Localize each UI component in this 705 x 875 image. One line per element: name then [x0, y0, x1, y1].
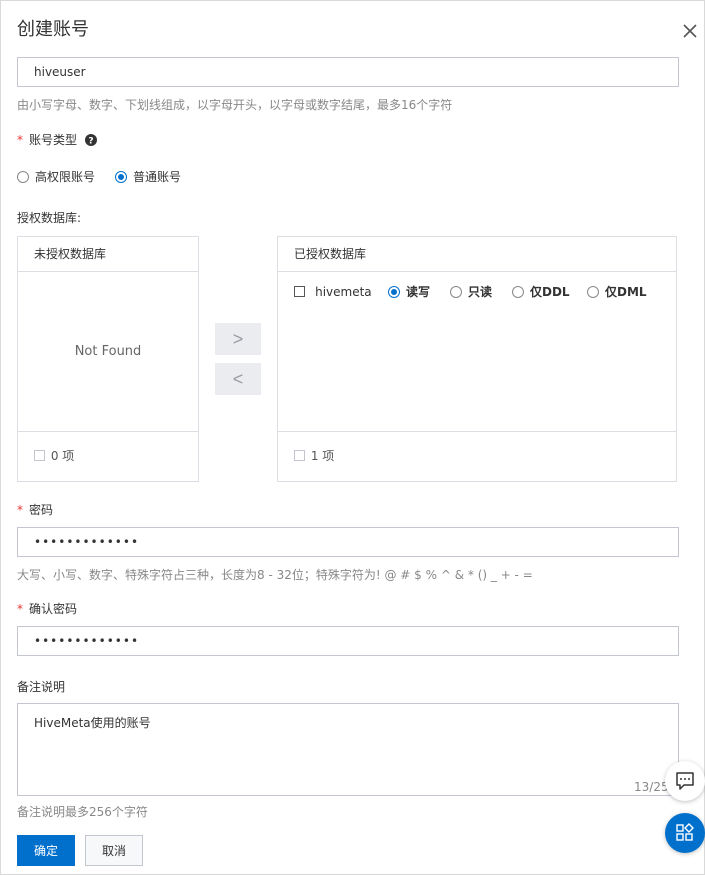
radio-label: 普通账号	[133, 170, 182, 184]
password-label-text: 密码	[29, 503, 54, 517]
remark-label: 备注说明	[17, 680, 66, 694]
account-type-option-normal[interactable]: 普通账号	[115, 166, 181, 185]
feedback-float-button[interactable]	[665, 761, 705, 801]
password-help: 大写、小写、数字、特殊字符占三种，长度为8 - 32位；特殊字符为! @ # $…	[17, 568, 533, 582]
chat-icon	[676, 772, 694, 790]
account-name-help: 由小写字母、数字、下划线组成，以字母开头，以字母或数字结尾，最多16个字符	[17, 98, 453, 112]
dialog: 创建账号 hiveuser 由小写字母、数字、下划线组成，以字母开头，以字母或数…	[0, 0, 705, 875]
select-all-checkbox[interactable]	[294, 450, 305, 461]
move-right-button[interactable]: >	[215, 323, 261, 355]
db-name: hivemeta	[315, 284, 372, 299]
account-name-input[interactable]: hiveuser	[17, 57, 679, 87]
cancel-button[interactable]: 取消	[85, 835, 143, 866]
radio-label: 高权限账号	[35, 170, 96, 184]
perm-label: 读写	[406, 285, 431, 299]
confirm-button[interactable]: 确定	[17, 835, 75, 866]
authorized-db-label: 授权数据库:	[17, 211, 82, 225]
radio-ddl-only[interactable]	[512, 285, 524, 298]
authorized-db-footer: 1 项	[278, 431, 676, 481]
dialog-title: 创建账号	[17, 19, 89, 40]
unauthorized-db-title: 未授权数据库	[18, 237, 198, 272]
move-left-button[interactable]: <	[215, 363, 261, 395]
perm-read-only[interactable]: 只读	[450, 281, 492, 300]
perm-label: 只读	[468, 285, 493, 299]
perm-label: 仅DDL	[530, 285, 570, 299]
db-row-checkbox[interactable]	[294, 286, 305, 297]
authorized-count: 1 项	[310, 448, 335, 463]
perm-read-write[interactable]: 读写	[388, 281, 430, 300]
select-all-checkbox[interactable]	[34, 450, 45, 461]
account-type-label: * 账号类型 ?	[17, 131, 97, 148]
help-icon[interactable]: ?	[84, 134, 97, 146]
account-type-option-high[interactable]: 高权限账号	[17, 166, 95, 185]
empty-text: Not Found	[74, 344, 142, 359]
password-label: * 密码	[17, 501, 53, 518]
unauthorized-db-panel: 未授权数据库 Not Found 0 项	[17, 236, 199, 482]
close-icon[interactable]	[681, 22, 699, 40]
unauthorized-count: 0 项	[50, 448, 75, 463]
account-type-label-text: 账号类型	[29, 133, 78, 147]
apps-icon	[676, 823, 694, 841]
apps-float-button[interactable]	[665, 813, 705, 853]
radio-dml-only[interactable]	[587, 285, 599, 298]
radio-normal[interactable]	[115, 170, 127, 183]
required-mark: *	[17, 602, 23, 616]
perm-dml-only[interactable]: 仅DML	[587, 281, 647, 300]
perm-label: 仅DML	[605, 285, 647, 299]
radio-high-privilege[interactable]	[17, 170, 29, 183]
radio-read-only[interactable]	[450, 285, 462, 298]
db-row-hivemeta[interactable]: hivemeta	[294, 281, 372, 300]
required-mark: *	[17, 133, 23, 147]
authorized-db-panel: 已授权数据库 hivemeta 读写 只读 仅DDL 仅DML 1 项	[277, 236, 677, 482]
radio-read-write[interactable]	[388, 285, 400, 298]
perm-ddl-only[interactable]: 仅DDL	[512, 281, 570, 300]
confirm-password-label: * 确认密码	[17, 600, 77, 617]
remark-text: HiveMeta使用的账号	[34, 716, 151, 730]
password-input[interactable]: •••••••••••••	[17, 527, 679, 557]
remark-help: 备注说明最多256个字符	[17, 805, 148, 819]
authorized-db-title: 已授权数据库	[278, 237, 676, 272]
confirm-password-input[interactable]: •••••••••••••	[17, 626, 679, 656]
confirm-password-label-text: 确认密码	[29, 602, 78, 616]
remark-textarea[interactable]: HiveMeta使用的账号 13/256	[17, 703, 679, 796]
svg-text:?: ?	[88, 136, 93, 146]
unauthorized-db-footer: 0 项	[18, 431, 198, 481]
required-mark: *	[17, 503, 23, 517]
